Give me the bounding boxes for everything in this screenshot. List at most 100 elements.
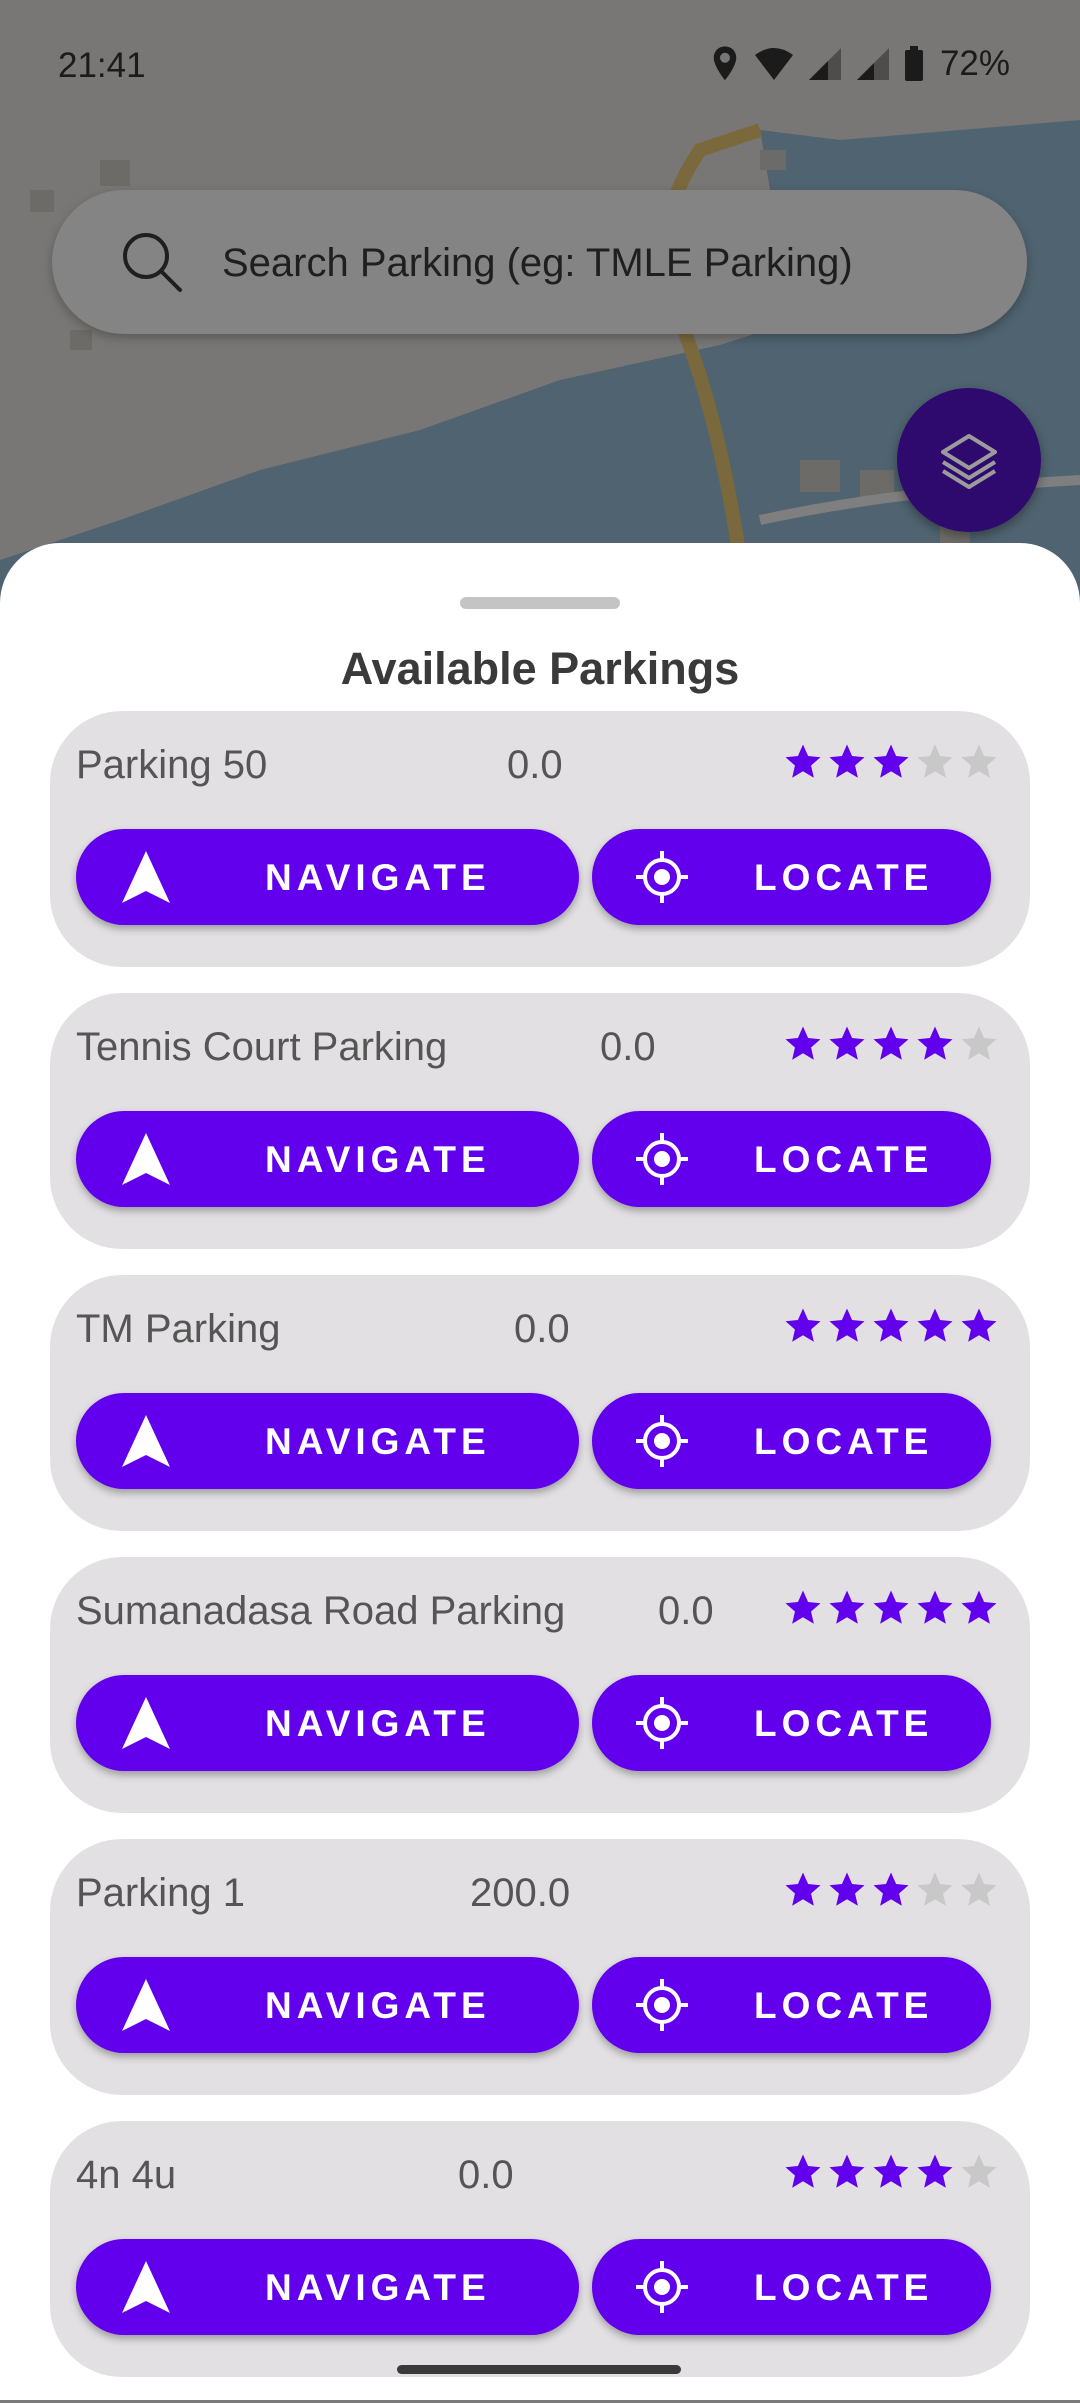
star-filled-icon: [829, 1026, 865, 1060]
status-icons: 72%: [710, 44, 1010, 84]
locate-label: LOCATE: [754, 1421, 934, 1462]
star-empty-icon: [961, 1872, 997, 1906]
star-filled-icon: [917, 2154, 953, 2188]
navigate-button[interactable]: NAVIGATE: [76, 1957, 579, 2053]
star-filled-icon: [829, 1590, 865, 1624]
drag-handle[interactable]: [460, 597, 620, 609]
navigate-label: NAVIGATE: [265, 857, 491, 898]
star-filled-icon: [829, 1872, 865, 1906]
navigate-button[interactable]: NAVIGATE: [76, 1393, 579, 1489]
signal-icon: [808, 48, 841, 80]
search-input[interactable]: [220, 230, 984, 296]
parking-price: 0.0: [514, 1307, 570, 1351]
rating-stars: [782, 1023, 1000, 1065]
locate-label: LOCATE: [754, 1985, 934, 2026]
signal-icon-2: [856, 48, 889, 80]
parking-card: Parking 50 0.0 NAVIGATE LOCATE: [50, 711, 1030, 967]
parking-card: Parking 1 200.0 NAVIGATE LOCATE: [50, 1839, 1030, 2095]
bottom-sheet[interactable]: Available Parkings Parking 50 0.0 NAVIGA…: [0, 543, 1080, 2400]
parking-name: Sumanadasa Road Parking: [76, 1589, 566, 1633]
parking-name: Parking 1: [76, 1871, 245, 1915]
rating-stars: [782, 2151, 1000, 2193]
navigate-button[interactable]: NAVIGATE: [76, 829, 579, 925]
navigate-button[interactable]: NAVIGATE: [76, 1111, 579, 1207]
parking-price: 0.0: [658, 1589, 714, 1633]
navigate-label: NAVIGATE: [265, 2267, 491, 2308]
home-indicator[interactable]: [397, 2365, 681, 2374]
navigate-label: NAVIGATE: [265, 1985, 491, 2026]
crosshair-icon: [636, 1697, 688, 1749]
crosshair-icon: [636, 2261, 688, 2313]
locate-button[interactable]: LOCATE: [592, 1111, 991, 1207]
star-filled-icon: [829, 744, 865, 778]
location-icon: [713, 46, 737, 81]
star-filled-icon: [785, 1590, 821, 1624]
parking-name: 4n 4u: [76, 2153, 177, 2197]
star-empty-icon: [961, 2154, 997, 2188]
parking-price: 0.0: [458, 2153, 514, 2197]
star-empty-icon: [917, 1872, 953, 1906]
star-filled-icon: [917, 1026, 953, 1060]
locate-button[interactable]: LOCATE: [592, 1675, 991, 1771]
navigate-label: NAVIGATE: [265, 1703, 491, 1744]
navigation-arrow-icon: [122, 2261, 170, 2313]
rating-stars: [782, 1587, 1000, 1629]
sheet-title: Available Parkings: [340, 643, 740, 694]
star-filled-icon: [873, 1872, 909, 1906]
crosshair-icon: [636, 1979, 688, 2031]
star-filled-icon: [873, 1308, 909, 1342]
star-filled-icon: [873, 1590, 909, 1624]
star-empty-icon: [917, 744, 953, 778]
parking-name: Tennis Court Parking: [76, 1025, 448, 1069]
locate-button[interactable]: LOCATE: [592, 1393, 991, 1489]
parking-list[interactable]: Parking 50 0.0 NAVIGATE LOCATE Tennis Co…: [50, 711, 1030, 2403]
star-filled-icon: [961, 1590, 997, 1624]
locate-button[interactable]: LOCATE: [592, 2239, 991, 2335]
star-filled-icon: [785, 1872, 821, 1906]
search-bar[interactable]: [52, 190, 1027, 334]
navigation-arrow-icon: [122, 851, 170, 903]
locate-button[interactable]: LOCATE: [592, 1957, 991, 2053]
star-filled-icon: [873, 744, 909, 778]
parking-price: 200.0: [470, 1871, 571, 1915]
layers-icon: [941, 434, 997, 489]
battery-icon: [904, 46, 923, 81]
navigate-label: NAVIGATE: [265, 1139, 491, 1180]
locate-label: LOCATE: [754, 2267, 934, 2308]
navigation-arrow-icon: [122, 1697, 170, 1749]
star-filled-icon: [829, 2154, 865, 2188]
crosshair-icon: [636, 1133, 688, 1185]
rating-stars: [782, 1305, 1000, 1347]
parking-card: Sumanadasa Road Parking 0.0 NAVIGATE LOC…: [50, 1557, 1030, 1813]
parking-name: TM Parking: [76, 1307, 281, 1351]
star-filled-icon: [873, 1026, 909, 1060]
star-filled-icon: [917, 1308, 953, 1342]
status-bar: 21:41 72%: [0, 0, 1080, 135]
layers-button[interactable]: [897, 388, 1041, 532]
locate-label: LOCATE: [754, 1139, 934, 1180]
navigate-label: NAVIGATE: [265, 1421, 491, 1462]
parking-price: 0.0: [600, 1025, 656, 1069]
star-filled-icon: [873, 2154, 909, 2188]
parking-name: Parking 50: [76, 743, 268, 787]
star-filled-icon: [785, 1308, 821, 1342]
battery-percent: 72%: [939, 44, 1010, 83]
star-empty-icon: [961, 1026, 997, 1060]
navigation-arrow-icon: [122, 1979, 170, 2031]
locate-button[interactable]: LOCATE: [592, 829, 991, 925]
star-filled-icon: [785, 2154, 821, 2188]
navigate-button[interactable]: NAVIGATE: [76, 2239, 579, 2335]
search-icon: [123, 233, 182, 292]
locate-label: LOCATE: [754, 1703, 934, 1744]
parking-card: Tennis Court Parking 0.0 NAVIGATE LOCATE: [50, 993, 1030, 1249]
star-filled-icon: [785, 744, 821, 778]
star-filled-icon: [785, 1026, 821, 1060]
rating-stars: [782, 741, 1000, 783]
star-filled-icon: [961, 1308, 997, 1342]
crosshair-icon: [636, 1415, 688, 1467]
rating-stars: [782, 1869, 1000, 1911]
status-time: 21:41: [58, 46, 146, 85]
parking-card: TM Parking 0.0 NAVIGATE LOCATE: [50, 1275, 1030, 1531]
navigate-button[interactable]: NAVIGATE: [76, 1675, 579, 1771]
star-empty-icon: [961, 744, 997, 778]
